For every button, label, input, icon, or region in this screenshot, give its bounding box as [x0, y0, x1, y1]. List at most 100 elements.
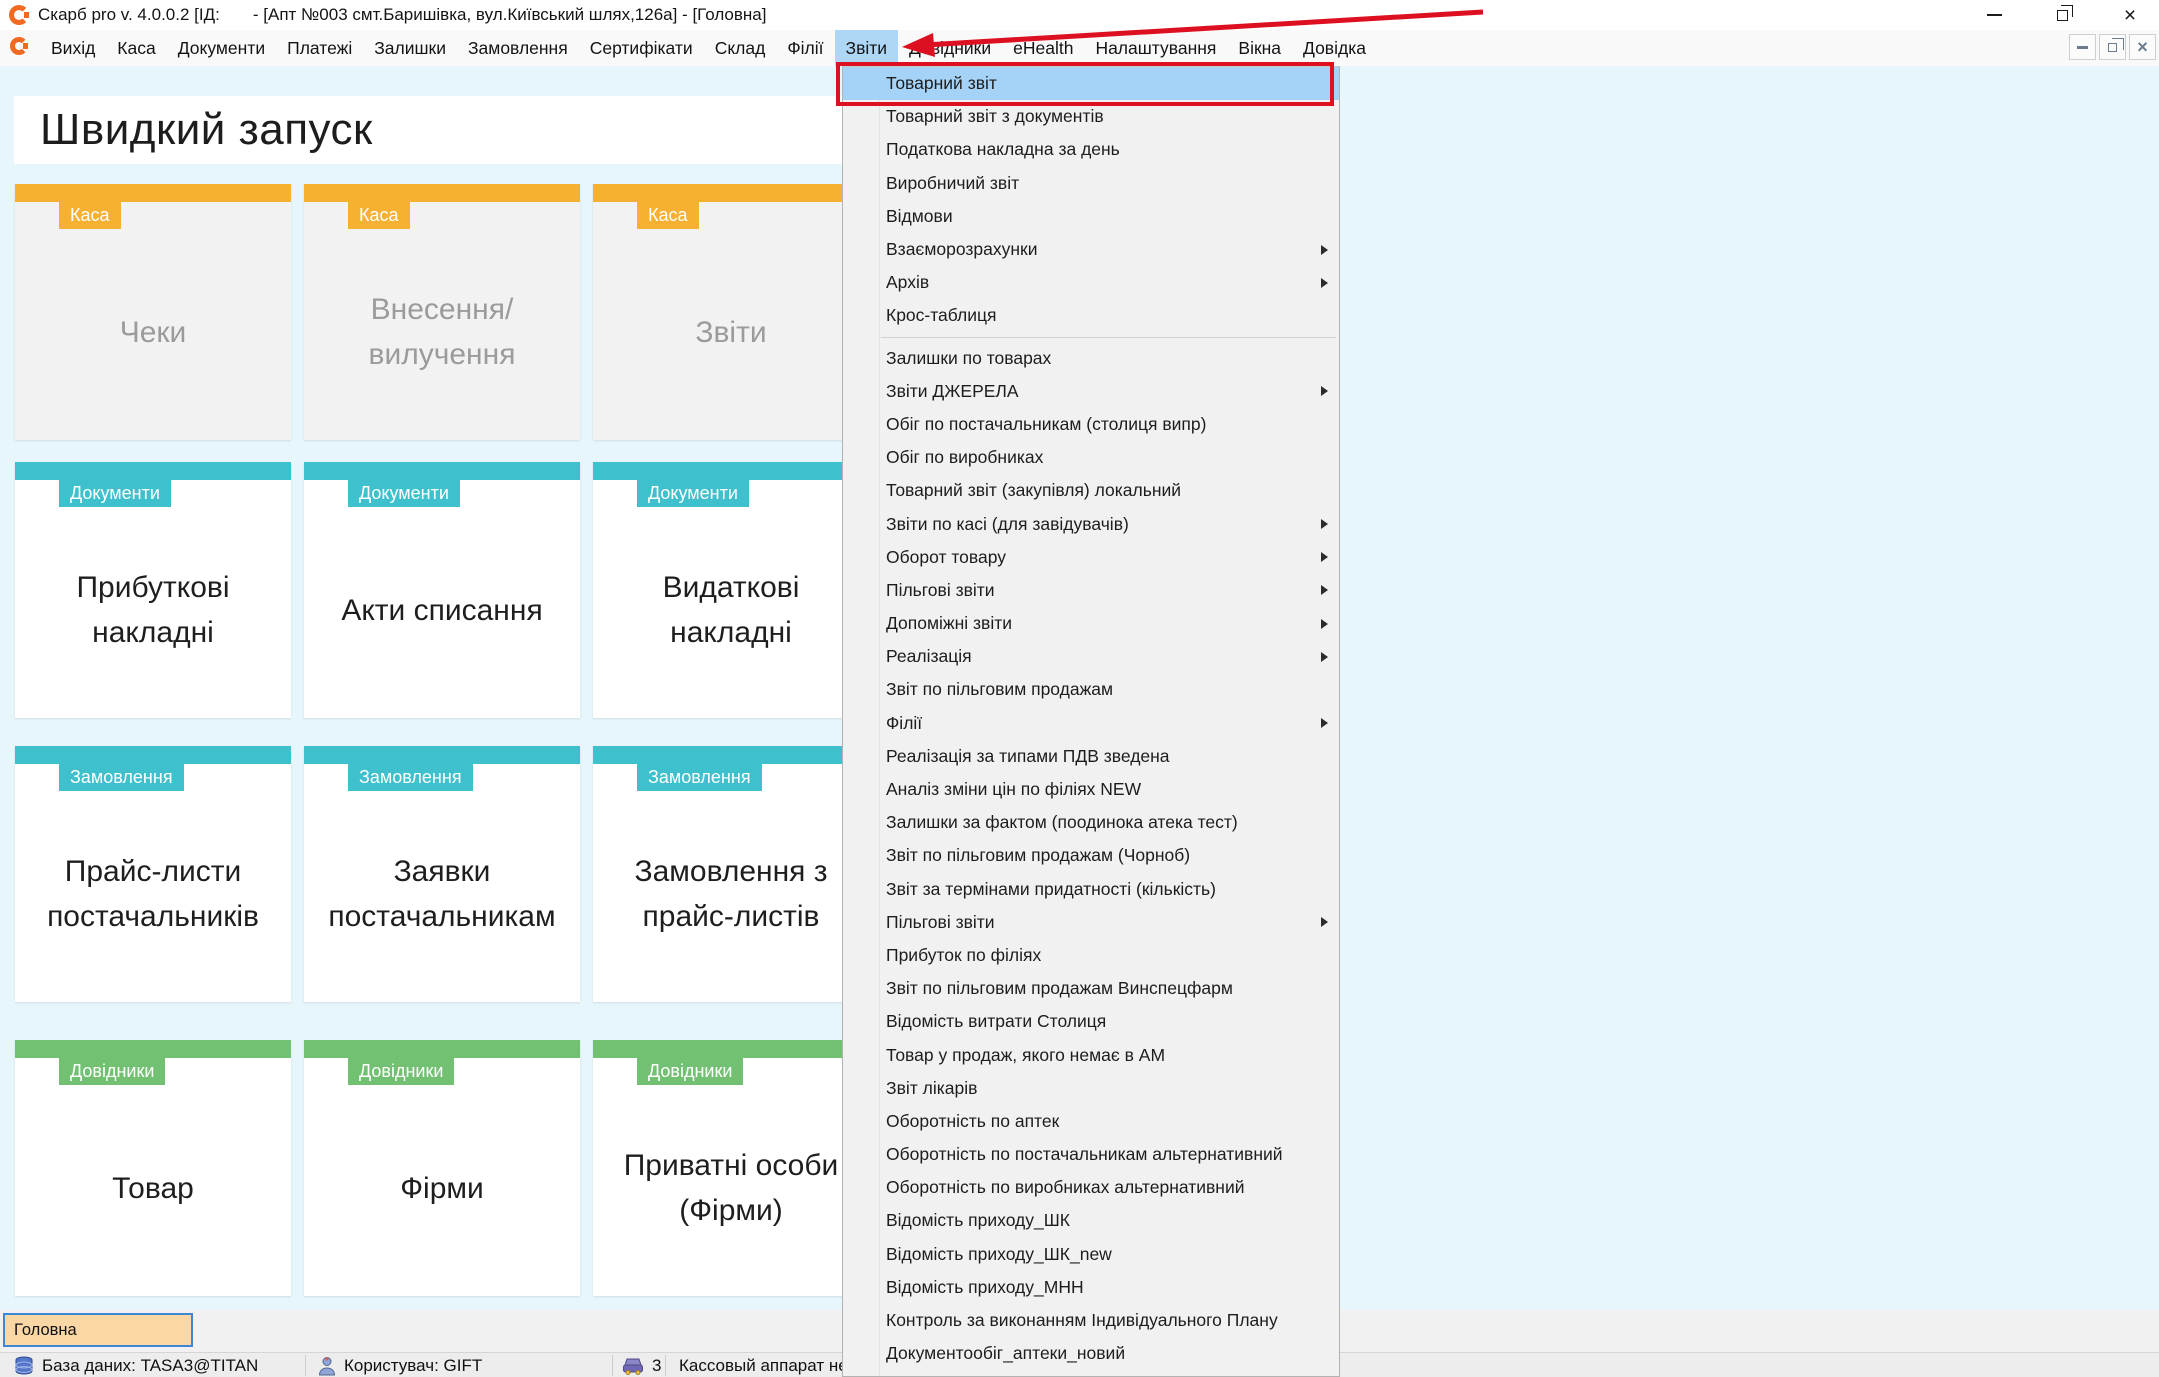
popup-menu-item-18[interactable]: Реалізація — [843, 640, 1339, 673]
popup-menu-item-25[interactable]: Звіт за термінами придатності (кількість… — [843, 873, 1339, 906]
popup-menu-item-label: Контроль за виконанням Індивідуального П… — [886, 1310, 1278, 1331]
menubar-item-9[interactable]: Філії — [776, 30, 834, 66]
tile-category-badge: Документи — [348, 480, 460, 507]
popup-menu-item-label: Прибуток по філіях — [886, 945, 1041, 966]
popup-menu-item-21[interactable]: Реалізація за типами ПДВ зведена — [843, 740, 1339, 773]
status-divider — [305, 1355, 306, 1376]
popup-menu-item-15[interactable]: Оборот товару — [843, 541, 1339, 574]
popup-menu-item-37[interactable]: Відомість приходу_МНН — [843, 1271, 1339, 1304]
popup-menu-item-30[interactable]: Товар у продаж, якого немає в АМ — [843, 1038, 1339, 1071]
popup-menu-item-34[interactable]: Оборотність по виробниках альтернативний — [843, 1171, 1339, 1204]
popup-menu-item-27[interactable]: Прибуток по філіях — [843, 939, 1339, 972]
tile-8[interactable]: ЗамовленняЗаявки постачальникам — [304, 746, 580, 1002]
popup-menu-item-label: Відомість витрати Столиця — [886, 1011, 1106, 1032]
popup-menu-item-13[interactable]: Товарний звіт (закупівля) локальний — [843, 474, 1339, 507]
popup-menu-item-38[interactable]: Контроль за виконанням Індивідуального П… — [843, 1304, 1339, 1337]
popup-menu-item-32[interactable]: Оборотність по аптек — [843, 1105, 1339, 1138]
popup-menu-item-23[interactable]: Залишки за фактом (поодинока атека тест) — [843, 806, 1339, 839]
app-logo-icon — [10, 37, 28, 55]
menubar-item-6[interactable]: Замовлення — [457, 30, 579, 66]
tab-golovna[interactable]: Головна — [3, 1313, 193, 1347]
popup-menu-item-29[interactable]: Відомість витрати Столиця — [843, 1005, 1339, 1038]
tile-6[interactable]: ДокументиВидаткові накладні — [593, 462, 869, 718]
popup-menu-item-16[interactable]: Пільгові звіти — [843, 574, 1339, 607]
menubar-item-15[interactable]: Довідка — [1292, 30, 1377, 66]
tile-4[interactable]: ДокументиПрибуткові накладні — [15, 462, 291, 718]
popup-menu-item-35[interactable]: Відомість приходу_ШК — [843, 1204, 1339, 1237]
popup-menu-item-label: Обіг по виробниках — [886, 447, 1043, 468]
popup-menu-item-5[interactable]: Відмови — [843, 200, 1339, 233]
tile-label: Приватні особи (Фірми) — [593, 1058, 869, 1296]
popup-menu-item-8[interactable]: Крос-таблиця — [843, 299, 1339, 332]
tile-10[interactable]: ДовідникиТовар — [15, 1040, 291, 1296]
popup-menu-item-11[interactable]: Обіг по постачальникам (столиця випр) — [843, 408, 1339, 441]
mdi-restore-button[interactable] — [2099, 34, 2126, 60]
popup-menu-item-10[interactable]: Звіти ДЖЕРЕЛА — [843, 375, 1339, 408]
tile-label: Заявки постачальникам — [304, 764, 580, 1002]
tile-category-badge: Каса — [59, 202, 121, 229]
popup-menu-item-9[interactable]: Залишки по товарах — [843, 342, 1339, 375]
tile-3[interactable]: КасаЗвіти — [593, 184, 869, 440]
mdi-window-controls: × — [2069, 34, 2156, 60]
popup-menu-item-33[interactable]: Оборотність по постачальникам альтернати… — [843, 1138, 1339, 1171]
menubar-item-3[interactable]: Документи — [167, 30, 276, 66]
menubar-item-8[interactable]: Склад — [704, 30, 777, 66]
menubar-item-14[interactable]: Вікна — [1227, 30, 1292, 66]
popup-menu-separator — [843, 333, 1339, 342]
popup-menu-item-label: Звіти по касі (для завідувачів) — [886, 514, 1129, 535]
popup-menu-item-17[interactable]: Допоміжні звіти — [843, 607, 1339, 640]
tile-category-bar — [304, 746, 580, 764]
popup-menu-item-4[interactable]: Виробничий звіт — [843, 167, 1339, 200]
tile-category-badge: Замовлення — [348, 764, 473, 791]
popup-menu-item-label: Оборотність по аптек — [886, 1111, 1059, 1132]
popup-menu-item-24[interactable]: Звіт по пільговим продажам (Чорноб) — [843, 839, 1339, 872]
tile-7[interactable]: ЗамовленняПрайс-листи постачальників — [15, 746, 291, 1002]
menubar-item-1[interactable]: Вихід — [40, 30, 106, 66]
popup-menu-item-label: Товарний звіт з документів — [886, 106, 1104, 127]
menubar-item-12[interactable]: eHealth — [1002, 30, 1084, 66]
tile-11[interactable]: ДовідникиФірми — [304, 1040, 580, 1296]
tile-1[interactable]: КасаЧеки — [15, 184, 291, 440]
tile-label: Товар — [15, 1058, 291, 1296]
restore-button[interactable] — [2051, 4, 2073, 26]
popup-menu-item-6[interactable]: Взаєморозрахунки — [843, 233, 1339, 266]
close-button[interactable]: × — [2119, 4, 2141, 26]
popup-menu-item-20[interactable]: Філії — [843, 707, 1339, 740]
popup-menu-item-14[interactable]: Звіти по касі (для завідувачів) — [843, 507, 1339, 540]
popup-menu-item-36[interactable]: Відомість приходу_ШК_new — [843, 1238, 1339, 1271]
popup-menu-item-label: Аналіз зміни цін по філіях NEW — [886, 779, 1141, 800]
menubar-item-10[interactable]: Звіти — [835, 30, 899, 66]
tile-label: Звіти — [593, 202, 869, 440]
menubar-item-4[interactable]: Платежі — [276, 30, 363, 66]
popup-menu-item-26[interactable]: Пільгові звіти — [843, 906, 1339, 939]
mdi-minimize-button[interactable] — [2069, 34, 2096, 60]
menubar-item-11[interactable]: Довідники — [898, 30, 1002, 66]
mdi-close-button[interactable]: × — [2129, 34, 2156, 60]
menubar-item-5[interactable]: Залишки — [363, 30, 457, 66]
popup-menu-item-3[interactable]: Податкова накладна за день — [843, 133, 1339, 166]
popup-menu-item-12[interactable]: Обіг по виробниках — [843, 441, 1339, 474]
popup-menu-item-39[interactable]: Документообіг_аптеки_новий — [843, 1337, 1339, 1370]
tile-9[interactable]: ЗамовленняЗамовлення з прайс-листів — [593, 746, 869, 1002]
menubar-item-13[interactable]: Налаштування — [1084, 30, 1227, 66]
popup-menu-item-19[interactable]: Звіт по пільговим продажам — [843, 673, 1339, 706]
status-text: База даних: TASA3@TITAN — [42, 1356, 258, 1376]
popup-menu-item-1[interactable]: Товарний звіт — [843, 67, 1339, 100]
popup-menu-item-label: Пільгові звіти — [886, 912, 995, 933]
popup-menu-item-28[interactable]: Звіт по пільговим продажам Винспецфарм — [843, 972, 1339, 1005]
popup-menu-item-40[interactable]: Реєстр переоцінок по аптеках — [843, 1370, 1339, 1377]
popup-menu-item-label: Відомість приходу_ШК_new — [886, 1244, 1112, 1265]
popup-menu-item-7[interactable]: Архів — [843, 266, 1339, 299]
popup-menu-item-22[interactable]: Аналіз зміни цін по філіях NEW — [843, 773, 1339, 806]
popup-menu-item-31[interactable]: Звіт лікарів — [843, 1072, 1339, 1105]
tile-2[interactable]: КасаВнесення/вилучення — [304, 184, 580, 440]
menubar-item-7[interactable]: Сертифікати — [579, 30, 704, 66]
submenu-arrow-icon — [1321, 585, 1328, 595]
minimize-button[interactable] — [1983, 4, 2005, 26]
menubar-item-2[interactable]: Каса — [106, 30, 166, 66]
tile-12[interactable]: ДовідникиПриватні особи (Фірми) — [593, 1040, 869, 1296]
tile-5[interactable]: ДокументиАкти списання — [304, 462, 580, 718]
popup-menu-item-2[interactable]: Товарний звіт з документів — [843, 100, 1339, 133]
database-icon — [14, 1356, 34, 1376]
tile-category-bar — [593, 746, 869, 764]
